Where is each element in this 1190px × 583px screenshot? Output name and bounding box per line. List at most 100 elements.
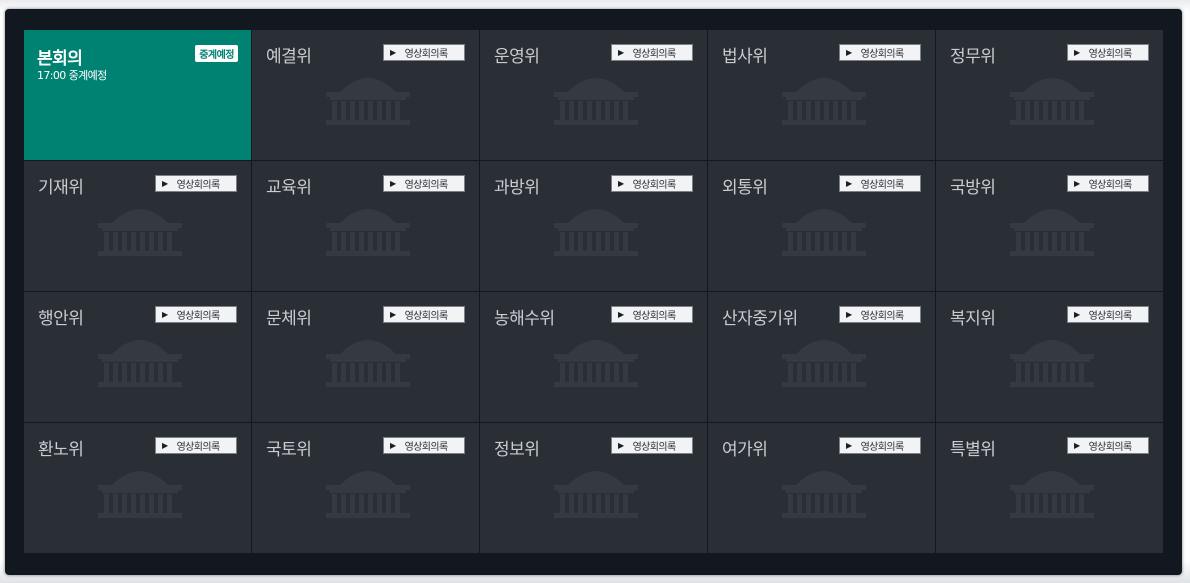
video-minutes-button[interactable]: ▶ 영상회의록 bbox=[611, 175, 693, 192]
play-icon: ▶ bbox=[618, 179, 624, 188]
assembly-building-icon bbox=[318, 332, 418, 390]
video-minutes-button[interactable]: ▶ 영상회의록 bbox=[383, 306, 465, 323]
committee-tile[interactable]: 여가위 ▶ 영상회의록 bbox=[708, 423, 935, 553]
video-minutes-label: 영상회의록 bbox=[404, 49, 449, 60]
broadcast-schedule: 17:00 중계예정 bbox=[37, 69, 107, 82]
play-icon: ▶ bbox=[1074, 179, 1080, 188]
committee-name: 기재위 bbox=[38, 178, 84, 198]
committee-tile[interactable]: 정무위 ▶ 영상회의록 bbox=[936, 30, 1163, 160]
video-minutes-label: 영상회의록 bbox=[632, 442, 677, 453]
video-minutes-label: 영상회의록 bbox=[860, 49, 905, 60]
live-status-badge: 중계예정 bbox=[195, 45, 238, 62]
video-minutes-label: 영상회의록 bbox=[176, 311, 221, 322]
committee-tile[interactable]: 국방위 ▶ 영상회의록 bbox=[936, 161, 1163, 291]
video-minutes-label: 영상회의록 bbox=[632, 49, 677, 60]
video-minutes-button[interactable]: ▶ 영상회의록 bbox=[383, 175, 465, 192]
committee-name: 산자중기위 bbox=[722, 309, 798, 329]
assembly-building-icon bbox=[1002, 463, 1102, 521]
video-minutes-button[interactable]: ▶ 영상회의록 bbox=[839, 175, 921, 192]
play-icon: ▶ bbox=[390, 310, 396, 319]
committee-tile[interactable]: 기재위 ▶ 영상회의록 bbox=[24, 161, 251, 291]
assembly-building-icon bbox=[774, 332, 874, 390]
video-minutes-button[interactable]: ▶ 영상회의록 bbox=[611, 437, 693, 454]
committee-tile[interactable]: 예결위 ▶ 영상회의록 bbox=[252, 30, 479, 160]
committee-tile[interactable]: 국토위 ▶ 영상회의록 bbox=[252, 423, 479, 553]
committee-tile[interactable]: 교육위 ▶ 영상회의록 bbox=[252, 161, 479, 291]
assembly-building-icon bbox=[774, 70, 874, 128]
video-minutes-label: 영상회의록 bbox=[404, 180, 449, 191]
committee-name: 교육위 bbox=[266, 178, 312, 198]
committee-tile[interactable]: 법사위 ▶ 영상회의록 bbox=[708, 30, 935, 160]
video-minutes-button[interactable]: ▶ 영상회의록 bbox=[1067, 44, 1149, 61]
committee-tile[interactable]: 특별위 ▶ 영상회의록 bbox=[936, 423, 1163, 553]
video-minutes-label: 영상회의록 bbox=[404, 311, 449, 322]
committee-tile[interactable]: 행안위 ▶ 영상회의록 bbox=[24, 292, 251, 422]
committee-name: 외통위 bbox=[722, 178, 768, 198]
video-minutes-label: 영상회의록 bbox=[176, 180, 221, 191]
video-minutes-button[interactable]: ▶ 영상회의록 bbox=[839, 437, 921, 454]
video-minutes-label: 영상회의록 bbox=[860, 180, 905, 191]
committee-tile[interactable]: 문체위 ▶ 영상회의록 bbox=[252, 292, 479, 422]
play-icon: ▶ bbox=[846, 48, 852, 57]
video-minutes-button[interactable]: ▶ 영상회의록 bbox=[155, 306, 237, 323]
committee-name: 운영위 bbox=[494, 47, 540, 67]
assembly-building-icon bbox=[1002, 332, 1102, 390]
video-minutes-label: 영상회의록 bbox=[632, 180, 677, 191]
committee-tile[interactable]: 산자중기위 ▶ 영상회의록 bbox=[708, 292, 935, 422]
video-minutes-label: 영상회의록 bbox=[1088, 180, 1133, 191]
assembly-building-icon bbox=[90, 463, 190, 521]
play-icon: ▶ bbox=[1074, 441, 1080, 450]
play-icon: ▶ bbox=[162, 179, 168, 188]
assembly-building-icon bbox=[1002, 70, 1102, 128]
committee-name: 환노위 bbox=[38, 440, 84, 460]
committee-name: 농해수위 bbox=[494, 309, 555, 329]
committee-name: 국토위 bbox=[266, 440, 312, 460]
video-minutes-button[interactable]: ▶ 영상회의록 bbox=[611, 306, 693, 323]
assembly-building-icon bbox=[546, 201, 646, 259]
play-icon: ▶ bbox=[162, 441, 168, 450]
video-minutes-button[interactable]: ▶ 영상회의록 bbox=[611, 44, 693, 61]
assembly-building-icon bbox=[1002, 201, 1102, 259]
assembly-building-icon bbox=[318, 201, 418, 259]
video-minutes-button[interactable]: ▶ 영상회의록 bbox=[155, 175, 237, 192]
committee-name: 정무위 bbox=[950, 47, 996, 67]
assembly-building-icon bbox=[90, 201, 190, 259]
video-minutes-label: 영상회의록 bbox=[860, 442, 905, 453]
video-minutes-button[interactable]: ▶ 영상회의록 bbox=[383, 44, 465, 61]
committee-tile[interactable]: 본회의 17:00 중계예정 중계예정 bbox=[24, 30, 251, 160]
committee-tile[interactable]: 정보위 ▶ 영상회의록 bbox=[480, 423, 707, 553]
committee-tile[interactable]: 환노위 ▶ 영상회의록 bbox=[24, 423, 251, 553]
play-icon: ▶ bbox=[618, 441, 624, 450]
assembly-building-icon bbox=[90, 332, 190, 390]
video-minutes-label: 영상회의록 bbox=[860, 311, 905, 322]
committee-name: 행안위 bbox=[38, 309, 84, 329]
committee-tile[interactable]: 외통위 ▶ 영상회의록 bbox=[708, 161, 935, 291]
assembly-building-icon bbox=[774, 463, 874, 521]
video-minutes-label: 영상회의록 bbox=[632, 311, 677, 322]
play-icon: ▶ bbox=[846, 179, 852, 188]
video-minutes-button[interactable]: ▶ 영상회의록 bbox=[1067, 175, 1149, 192]
assembly-building-icon bbox=[546, 70, 646, 128]
play-icon: ▶ bbox=[846, 441, 852, 450]
video-minutes-label: 영상회의록 bbox=[176, 442, 221, 453]
play-icon: ▶ bbox=[846, 310, 852, 319]
video-minutes-label: 영상회의록 bbox=[404, 442, 449, 453]
committee-tile[interactable]: 운영위 ▶ 영상회의록 bbox=[480, 30, 707, 160]
play-icon: ▶ bbox=[1074, 310, 1080, 319]
committee-tile[interactable]: 농해수위 ▶ 영상회의록 bbox=[480, 292, 707, 422]
video-minutes-button[interactable]: ▶ 영상회의록 bbox=[1067, 306, 1149, 323]
committee-name: 정보위 bbox=[494, 440, 540, 460]
video-minutes-button[interactable]: ▶ 영상회의록 bbox=[383, 437, 465, 454]
play-icon: ▶ bbox=[618, 48, 624, 57]
video-minutes-label: 영상회의록 bbox=[1088, 442, 1133, 453]
committee-grid: 본회의 17:00 중계예정 중계예정 예결위 ▶ 영상회의록 운영위 ▶ 영상회의록 법사위… bbox=[24, 30, 1163, 553]
video-minutes-button[interactable]: ▶ 영상회의록 bbox=[1067, 437, 1149, 454]
video-minutes-button[interactable]: ▶ 영상회의록 bbox=[155, 437, 237, 454]
video-minutes-button[interactable]: ▶ 영상회의록 bbox=[839, 306, 921, 323]
committee-tile[interactable]: 복지위 ▶ 영상회의록 bbox=[936, 292, 1163, 422]
committee-tile[interactable]: 과방위 ▶ 영상회의록 bbox=[480, 161, 707, 291]
committee-name: 특별위 bbox=[950, 440, 996, 460]
assembly-building-icon bbox=[546, 463, 646, 521]
committee-name: 법사위 bbox=[722, 47, 768, 67]
video-minutes-button[interactable]: ▶ 영상회의록 bbox=[839, 44, 921, 61]
